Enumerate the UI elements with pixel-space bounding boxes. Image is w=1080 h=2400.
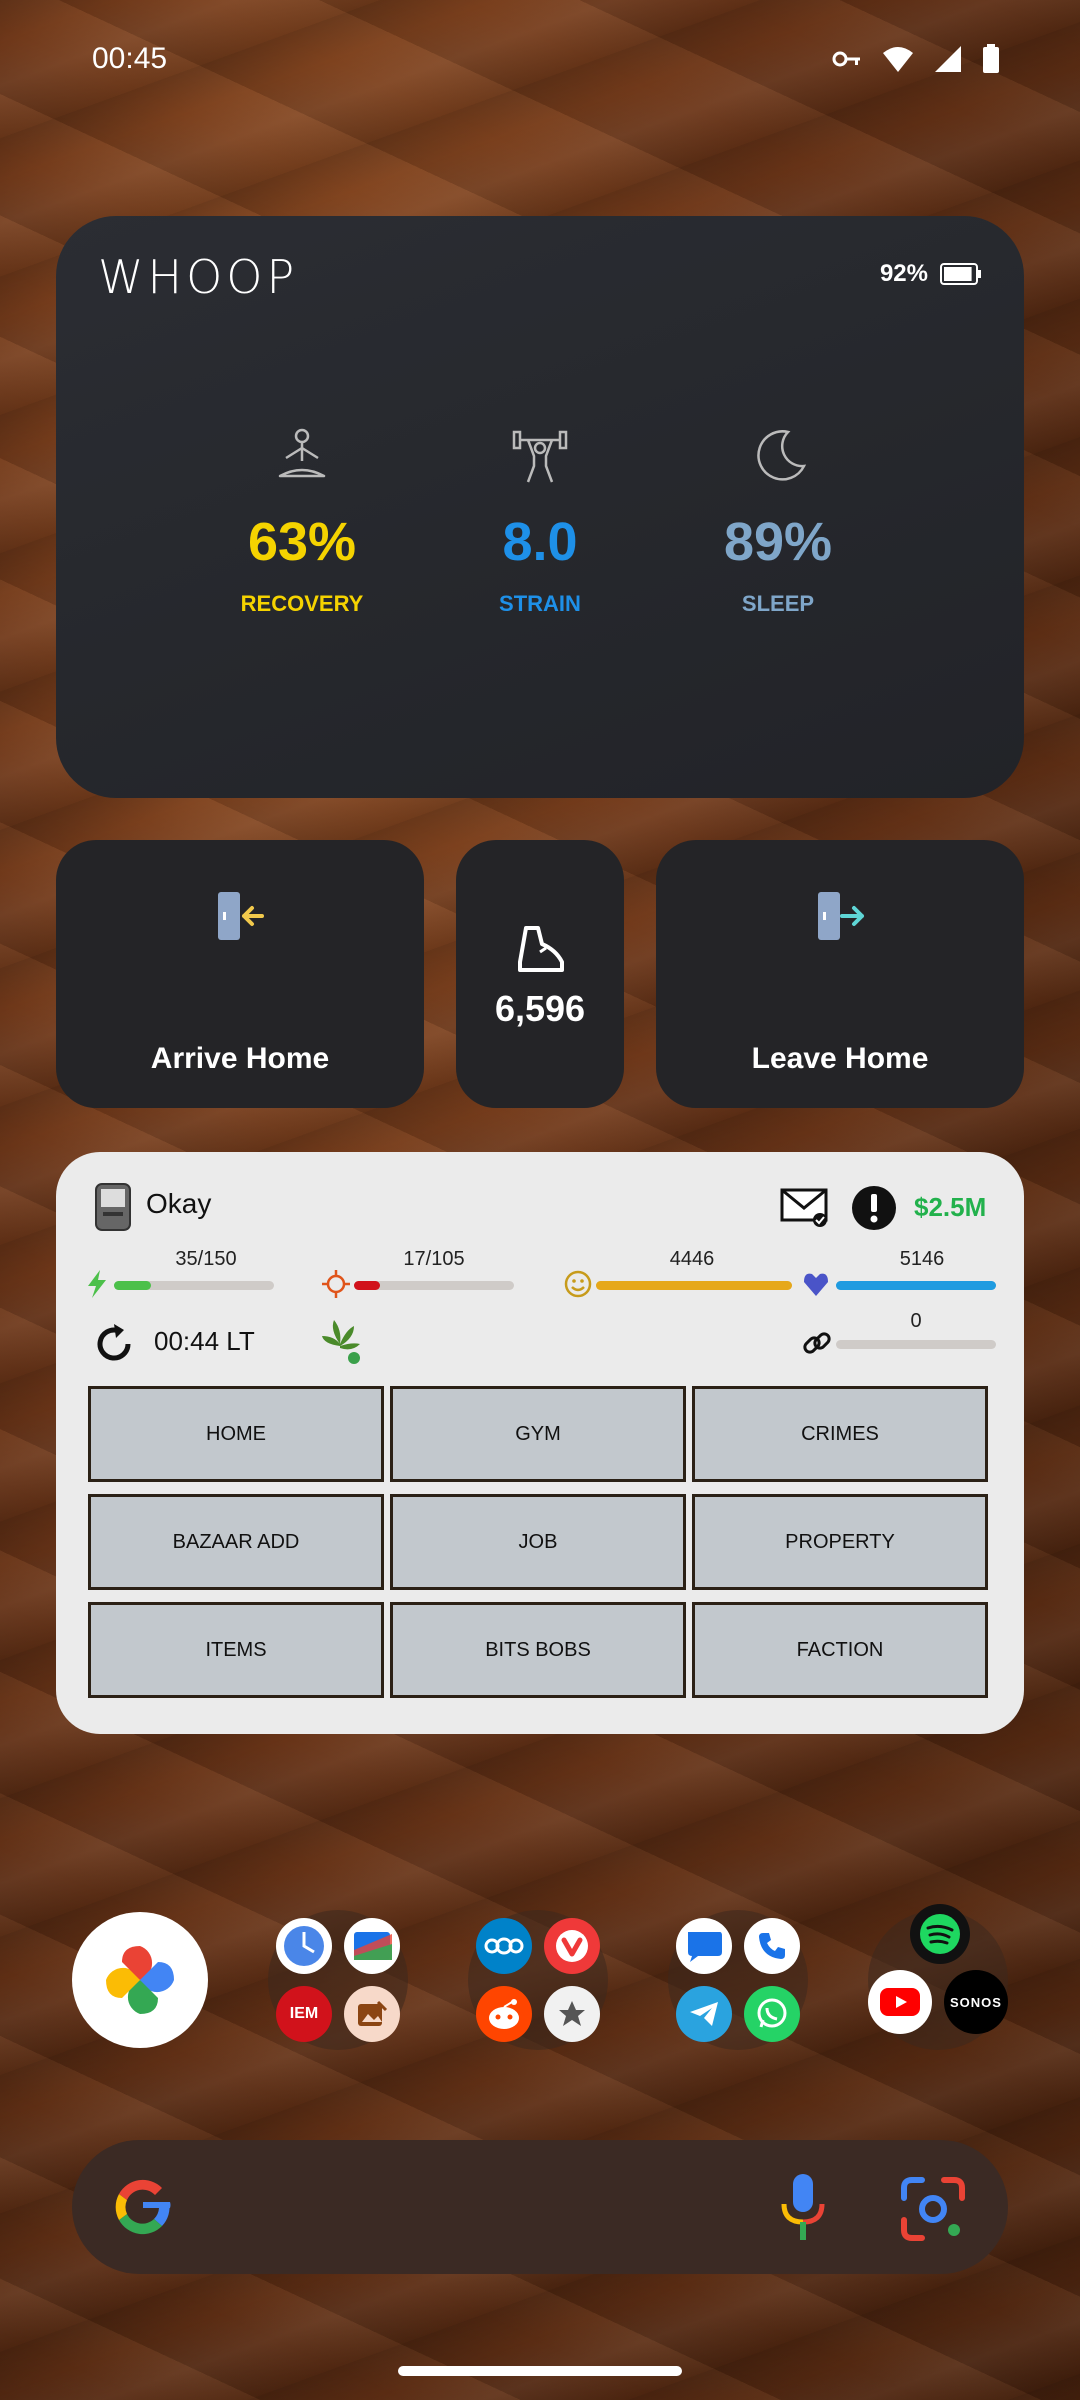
money-value: $2.5M [914, 1192, 987, 1222]
refresh-icon[interactable] [92, 1322, 136, 1366]
energy-bar [114, 1281, 274, 1290]
photo-editor-app-icon[interactable] [344, 1986, 400, 2042]
whoop-battery: 92% [880, 260, 982, 288]
telegram-app-icon[interactable] [676, 1986, 732, 2042]
arrive-home-label: Arrive Home [150, 1042, 330, 1075]
google-lens-icon[interactable] [900, 2176, 966, 2242]
clock-app-icon[interactable] [276, 1918, 332, 1974]
job-button[interactable]: JOB [390, 1494, 686, 1590]
items-button[interactable]: ITEMS [88, 1602, 384, 1698]
microphone-icon[interactable] [778, 2172, 828, 2244]
happy-value: 4446 [669, 1248, 715, 1270]
weightlifter-icon [512, 430, 568, 483]
spotify-app-icon[interactable] [910, 1904, 970, 1964]
life-bar [836, 1281, 996, 1290]
messages-app-icon[interactable] [676, 1918, 732, 1974]
sleep-value: 89% [723, 512, 833, 572]
sleep-metric: 89% SLEEP [658, 426, 898, 617]
energy-icon [88, 1270, 106, 1298]
status-bar: 00:45 [0, 0, 1080, 120]
nextcloud-app-icon[interactable] [476, 1918, 532, 1974]
happy-icon [564, 1270, 592, 1298]
favorites-app-icon[interactable] [544, 1986, 600, 2042]
sleep-label: SLEEP [741, 591, 815, 616]
strain-value: 8.0 [502, 512, 578, 572]
life-value: 5146 [899, 1248, 945, 1270]
enter-door-icon [218, 892, 264, 940]
leave-home-label: Leave Home [751, 1042, 929, 1075]
torn-widget: Okay $2.5M 35/150 17/105 4446 5146 00:44… [56, 1152, 1024, 1734]
recovery-value: 63% [247, 512, 357, 572]
shoe-icon [518, 926, 564, 972]
faction-button[interactable]: FACTION [692, 1602, 988, 1698]
bazaar-add-button[interactable]: BAZAAR ADD [88, 1494, 384, 1590]
alert-icon[interactable] [850, 1184, 898, 1232]
battery-icon [983, 44, 999, 73]
chain-value: 0 [910, 1310, 922, 1332]
whatsapp-app-icon[interactable] [744, 1986, 800, 2042]
strain-metric: 8.0 STRAIN [420, 426, 660, 617]
chain-bar [836, 1340, 996, 1349]
recovery-metric: 63% RECOVERY [182, 426, 422, 617]
reddit-app-icon[interactable] [476, 1986, 532, 2042]
mail-icon[interactable] [780, 1186, 830, 1228]
crimes-button[interactable]: CRIMES [692, 1386, 988, 1482]
nerve-bar-fill [354, 1281, 380, 1290]
whoop-logo: WHOOP [98, 250, 299, 304]
app-folder-1[interactable]: IEM [268, 1910, 408, 2050]
status-time: 00:45 [92, 42, 168, 75]
app-folder-4[interactable]: SONOS [868, 1904, 1008, 2050]
strain-label: STRAIN [499, 591, 581, 616]
iem-app-icon[interactable]: IEM [276, 1986, 332, 2042]
moon-icon [757, 430, 807, 481]
exit-door-icon [818, 892, 864, 940]
recovery-label: RECOVERY [240, 591, 364, 616]
drug-cooldown-icon [322, 1320, 360, 1364]
navigation-handle[interactable] [398, 2366, 682, 2376]
vivaldi-app-icon[interactable] [544, 1918, 600, 1974]
sonos-app-icon[interactable]: SONOS [944, 1970, 1008, 2034]
steps-value: 6,596 [494, 988, 586, 1029]
home-button[interactable]: HOME [88, 1386, 384, 1482]
life-bar-fill [836, 1281, 996, 1290]
leave-home-tile[interactable]: Leave Home [656, 840, 1024, 1108]
whoop-widget[interactable]: WHOOP 92% 63% RECOVERY 8.0 STRAIN 89% SL… [56, 216, 1024, 798]
google-g-icon [115, 2179, 171, 2235]
energy-value: 35/150 [175, 1248, 237, 1270]
energy-bar-fill [114, 1281, 152, 1290]
pinwheel-icon [106, 1946, 174, 2014]
bits-bobs-button[interactable]: BITS BOBS [390, 1602, 686, 1698]
happy-bar [596, 1281, 792, 1290]
vpn-key-icon [832, 51, 860, 67]
status-icons [832, 44, 1000, 74]
wifi-icon [883, 47, 913, 72]
nerve-value: 17/105 [403, 1248, 465, 1270]
happy-bar-fill [596, 1281, 792, 1290]
youtube-app-icon[interactable] [868, 1970, 932, 2034]
arrive-home-tile[interactable]: Arrive Home [56, 840, 424, 1108]
app-folder-2[interactable] [468, 1910, 608, 2050]
cellular-signal-icon [935, 46, 961, 72]
life-icon [804, 1273, 828, 1296]
player-avatar-icon[interactable] [94, 1182, 132, 1232]
chain-link-icon [803, 1332, 831, 1354]
property-button[interactable]: PROPERTY [692, 1494, 988, 1590]
local-time: 00:44 LT [154, 1326, 255, 1356]
meditation-icon [278, 428, 326, 478]
gym-button[interactable]: GYM [390, 1386, 686, 1482]
files-app-icon[interactable] [344, 1918, 400, 1974]
phone-app-icon[interactable] [744, 1918, 800, 1974]
google-photos-app[interactable] [72, 1912, 208, 2048]
whoop-battery-percent: 92% [879, 260, 928, 287]
app-folder-3[interactable] [668, 1910, 808, 2050]
nerve-bar [354, 1281, 514, 1290]
player-status: Okay [146, 1188, 212, 1219]
whoop-battery-icon [940, 263, 981, 285]
nerve-icon [322, 1270, 350, 1298]
steps-tile[interactable]: 6,596 [456, 840, 624, 1108]
google-search-bar[interactable] [72, 2140, 1008, 2274]
